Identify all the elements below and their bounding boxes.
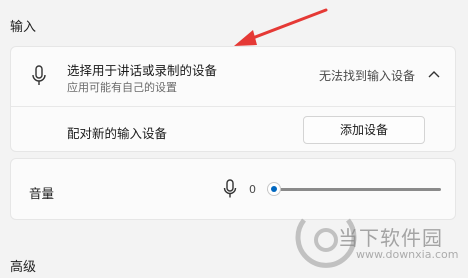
microphone-icon xyxy=(31,65,47,87)
volume-slider-track xyxy=(267,188,441,191)
pair-device-row: 配对新的输入设备 添加设备 xyxy=(11,107,455,153)
volume-slider-thumb[interactable] xyxy=(267,182,281,196)
volume-value: 0 xyxy=(249,183,256,196)
advanced-section-title: 高级 xyxy=(10,260,37,275)
device-select-row[interactable]: 选择用于讲话或录制的设备 应用可能有自己的设置 无法找到输入设备 xyxy=(11,47,455,107)
watermark-text: 当下软件园 xyxy=(338,226,443,250)
volume-label: 音量 xyxy=(29,186,55,201)
device-status: 无法找到输入设备 xyxy=(318,69,415,83)
pair-device-label: 配对新的输入设备 xyxy=(67,126,168,141)
add-device-button[interactable]: 添加设备 xyxy=(303,116,425,144)
input-section-title: 输入 xyxy=(10,20,37,35)
volume-microphone-icon xyxy=(223,179,237,199)
watermark-url: www.downxia.com xyxy=(356,248,459,261)
volume-slider[interactable] xyxy=(267,182,441,196)
chevron-up-icon[interactable] xyxy=(427,67,441,81)
device-select-subtitle: 应用可能有自己的设置 xyxy=(67,81,177,94)
device-select-title: 选择用于讲话或录制的设备 xyxy=(67,63,218,78)
input-device-card: 选择用于讲话或录制的设备 应用可能有自己的设置 无法找到输入设备 配对新的输入设… xyxy=(10,46,456,152)
